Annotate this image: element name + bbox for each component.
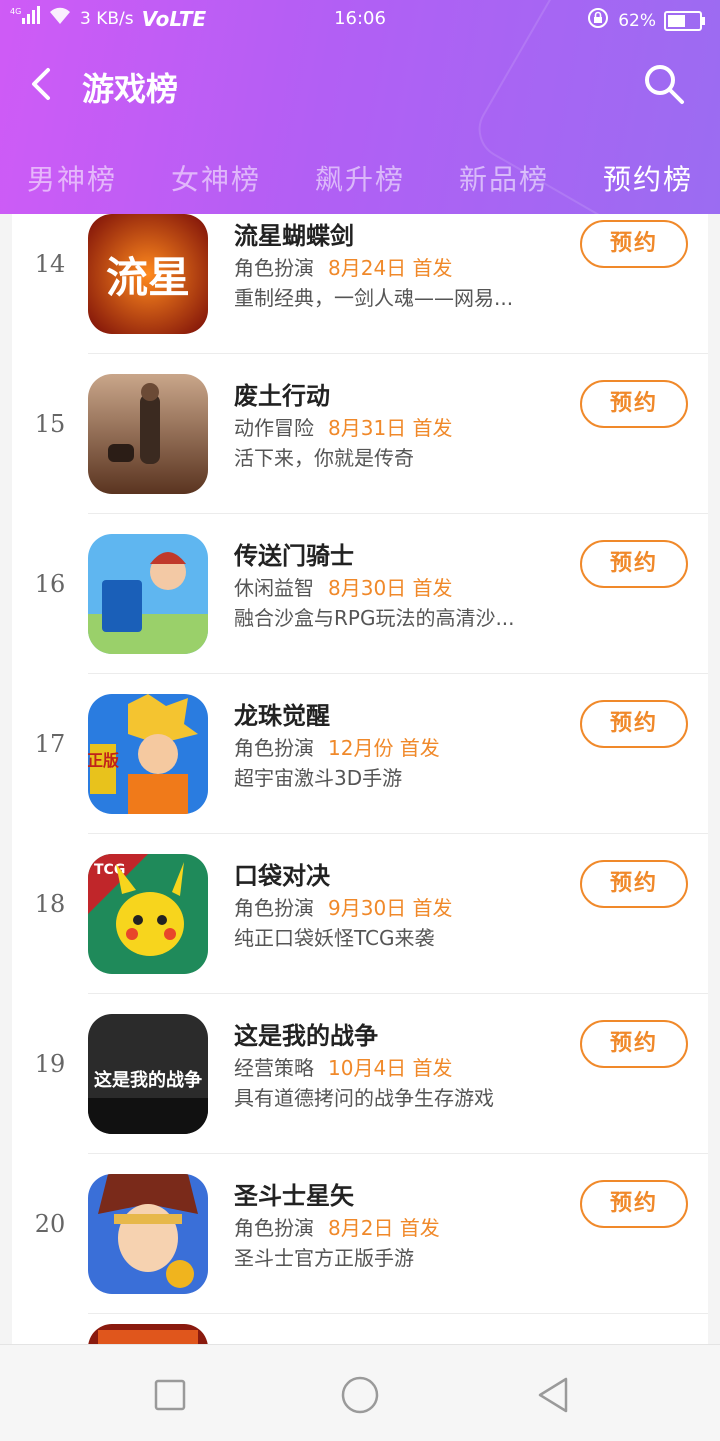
tab-rising[interactable]: 飙升榜: [288, 158, 432, 204]
game-meta: 角色扮演 8月24日 首发: [234, 252, 453, 281]
release-date: 8月2日 首发: [328, 1216, 440, 1240]
game-meta: 角色扮演 12月份 首发: [234, 732, 440, 761]
game-genre: 动作冒险: [234, 416, 314, 440]
list-item[interactable]: 15 废土行动 动作冒险 8月31日 首发 活下来，你就是传奇 预约: [12, 354, 708, 514]
game-icon: 流星: [88, 214, 208, 334]
recent-apps-button[interactable]: [150, 1375, 190, 1415]
triangle-back-icon: [538, 1377, 568, 1413]
game-meta: 动作冒险 8月31日 首发: [234, 412, 453, 441]
home-button[interactable]: [340, 1375, 380, 1415]
game-genre: 角色扮演: [234, 896, 314, 920]
release-date: 12月份 首发: [328, 736, 440, 760]
game-meta: 角色扮演 8月2日 首发: [234, 1212, 440, 1241]
status-bar: 4G 3 KB/s VoLTE 16:06 62%: [0, 0, 720, 36]
game-genre: 经营策略: [234, 1056, 314, 1080]
search-button[interactable]: [642, 62, 686, 106]
game-description: 纯正口袋妖怪TCG来袭: [234, 926, 435, 950]
reserve-button[interactable]: 预约: [580, 860, 688, 908]
game-description: 活下来，你就是传奇: [234, 446, 414, 470]
circle-icon: [341, 1376, 379, 1414]
tab-new[interactable]: 新品榜: [432, 158, 576, 204]
svg-text:流星: 流星: [106, 253, 190, 302]
rank-number: 14: [34, 250, 66, 278]
tab-male-god[interactable]: 男神榜: [0, 158, 144, 204]
game-icon: 这是我的战争: [88, 1014, 208, 1134]
chevron-left-icon: [32, 68, 50, 100]
game-description: 超宇宙激斗3D手游: [234, 766, 403, 790]
search-icon: [645, 65, 684, 104]
list-item[interactable]: 14 流星 流星蝴蝶剑 角色扮演 8月24日 首发 重制经典，一剑人魂——网易..…: [12, 214, 708, 354]
game-genre: 休闲益智: [234, 576, 314, 600]
game-name: 龙珠觉醒: [234, 702, 330, 730]
game-meta: 经营策略 10月4日 首发: [234, 1052, 453, 1081]
reserve-button[interactable]: 预约: [580, 700, 688, 748]
release-date: 10月4日 首发: [328, 1056, 453, 1080]
game-name: 口袋对决: [234, 862, 330, 890]
battery-icon: [664, 10, 705, 31]
rank-number: 19: [34, 1050, 66, 1078]
game-icon: [88, 534, 208, 654]
game-description: 圣斗士官方正版手游: [234, 1246, 414, 1270]
back-button[interactable]: [26, 64, 62, 104]
reserve-button[interactable]: 预约: [580, 220, 688, 268]
game-genre: 角色扮演: [234, 256, 314, 280]
reserve-button[interactable]: 预约: [580, 1180, 688, 1228]
battery-percent: 62%: [618, 10, 656, 31]
game-icon: [88, 374, 208, 494]
list-item[interactable]: [12, 1314, 708, 1344]
rank-number: 20: [34, 1210, 66, 1238]
ranking-tabs: 男神榜 女神榜 飙升榜 新品榜 预约榜: [0, 158, 720, 204]
game-name: 废土行动: [234, 382, 330, 410]
game-genre: 角色扮演: [234, 736, 314, 760]
release-date: 8月24日 首发: [328, 256, 453, 280]
page-title: 游戏榜: [82, 70, 179, 108]
header: 4G 3 KB/s VoLTE 16:06 62% 游戏榜 男神榜 女神榜 飙升…: [0, 0, 720, 214]
game-list: 14 流星 流星蝴蝶剑 角色扮演 8月24日 首发 重制经典，一剑人魂——网易..…: [12, 214, 708, 1344]
game-description: 融合沙盒与RPG玩法的高清沙...: [234, 606, 515, 630]
release-date: 8月30日 首发: [328, 576, 453, 600]
game-name: 流星蝴蝶剑: [234, 222, 354, 250]
release-date: 9月30日 首发: [328, 896, 453, 920]
game-icon: TCG: [88, 854, 208, 974]
square-icon: [154, 1379, 186, 1411]
game-icon: 正版: [88, 694, 208, 814]
rank-number: 16: [34, 570, 66, 598]
game-icon: [88, 1324, 208, 1344]
back-nav-button[interactable]: [534, 1375, 574, 1415]
reserve-button[interactable]: 预约: [580, 1020, 688, 1068]
rank-number: 18: [34, 890, 66, 918]
release-date: 8月31日 首发: [328, 416, 453, 440]
game-meta: 休闲益智 8月30日 首发: [234, 572, 453, 601]
svg-text:正版: 正版: [88, 751, 119, 770]
rotation-lock-icon: [586, 6, 610, 35]
reserve-button[interactable]: 预约: [580, 380, 688, 428]
rank-number: 15: [34, 410, 66, 438]
game-icon: [88, 1174, 208, 1294]
list-item[interactable]: 17 正版 龙珠觉醒 角色扮演 12月份 首发 超宇宙激斗3D手游 预约: [12, 674, 708, 834]
game-name: 这是我的战争: [234, 1022, 378, 1050]
list-item[interactable]: 16 传送门骑士 休闲益智 8月30日 首发 融合沙盒与RPG玩法的高清沙... …: [12, 514, 708, 674]
rank-number: 17: [34, 730, 66, 758]
game-genre: 角色扮演: [234, 1216, 314, 1240]
game-name: 圣斗士星矢: [234, 1182, 354, 1210]
reserve-button[interactable]: 预约: [580, 540, 688, 588]
list-item[interactable]: 19 这是我的战争 这是我的战争 经营策略 10月4日 首发 具有道德拷问的战争生…: [12, 994, 708, 1154]
tab-reservation[interactable]: 预约榜: [576, 158, 720, 204]
list-item[interactable]: 20 圣斗士星矢 角色扮演 8月2日 首发 圣斗士官方正版手游 预约: [12, 1154, 708, 1314]
game-meta: 角色扮演 9月30日 首发: [234, 892, 453, 921]
tab-female-god[interactable]: 女神榜: [144, 158, 288, 204]
title-bar: 游戏榜: [0, 50, 720, 120]
game-name: 传送门骑士: [234, 542, 354, 570]
system-nav-bar: [0, 1344, 720, 1441]
game-description: 具有道德拷问的战争生存游戏: [234, 1086, 494, 1110]
game-description: 重制经典，一剑人魂——网易...: [234, 286, 514, 310]
svg-text:这是我的战争: 这是我的战争: [94, 1069, 202, 1091]
list-item[interactable]: 18 TCG 口袋对决 角色扮演 9月30日 首发 纯正口袋妖怪TCG来袭 预约: [12, 834, 708, 994]
